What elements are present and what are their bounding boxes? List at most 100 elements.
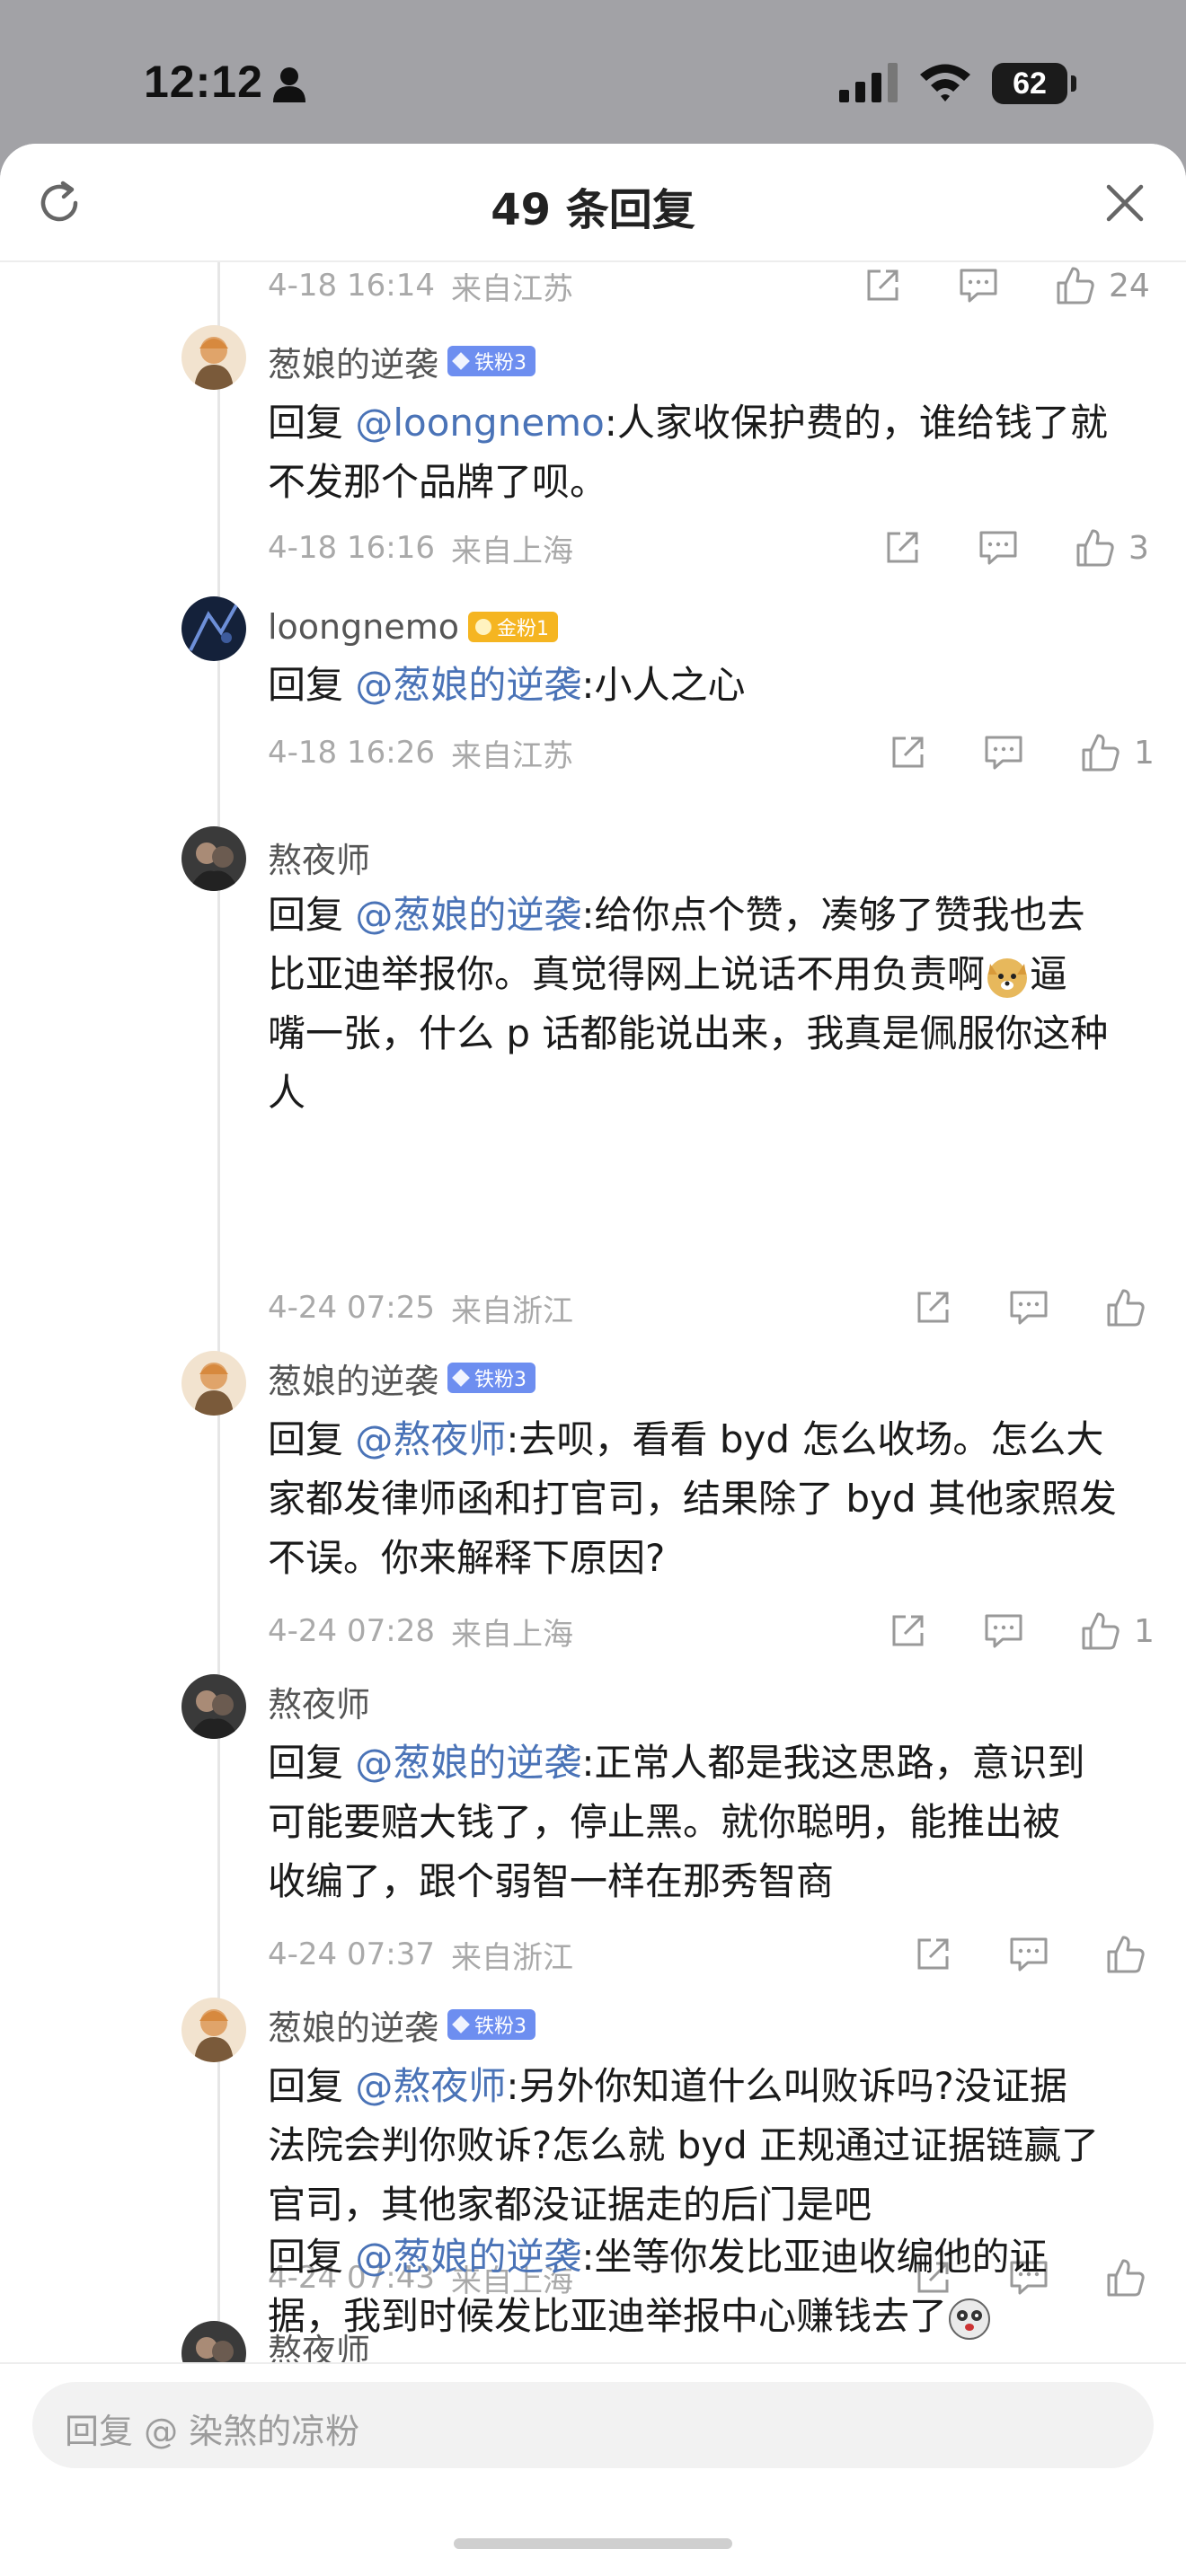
composer-panel: 回复 @ 染煞的凉粉 xyxy=(0,2362,1186,2576)
comment-body-last: 回复 @葱娘的逆袭:坐等你发比亚迪收编他的证 据，我到时候发比亚迪举报中心赚钱去了 xyxy=(268,2228,1157,2346)
reply-location: 来自浙江 xyxy=(450,1939,573,1976)
fan-badge: 铁粉3 xyxy=(447,2009,536,2040)
close-icon[interactable] xyxy=(1103,181,1146,225)
comment-body: 回复 @熬夜师:去呗，看看 byd 怎么收场。怎么大 家都发律师函和打官司，结果除… xyxy=(268,1417,1117,1580)
comment-header: 熬夜师 xyxy=(268,1676,370,1726)
comment-body: 回复 @葱娘的逆袭:正常人都是我这思路，意识到 可能要赔大钱了，停止黑。就你聪明，… xyxy=(268,1741,1085,1903)
reply-time: 4-24 07:25 xyxy=(268,1290,435,1326)
thumbs-up-icon[interactable] xyxy=(1080,732,1121,773)
share-icon[interactable] xyxy=(882,528,922,568)
coin-icon xyxy=(475,619,491,635)
thumbs-up-icon[interactable] xyxy=(1055,265,1096,306)
avatar[interactable] xyxy=(181,1674,246,1739)
username[interactable]: loongnemo xyxy=(268,607,459,647)
reply-meta: 4-24 07:28 来自上海 xyxy=(268,1604,573,1658)
comment-icon[interactable] xyxy=(978,528,1019,568)
reply-meta: 4-24 07:37 来自浙江 xyxy=(268,1928,573,1981)
comment-header: 葱娘的逆袭 铁粉3 xyxy=(268,1353,536,1403)
reply-location: 来自江苏 xyxy=(450,270,573,307)
avatar[interactable] xyxy=(181,1998,246,2062)
reply-actions: 24 xyxy=(863,259,1150,313)
diamond-icon xyxy=(452,2016,470,2033)
reply-meta: 4-18 16:26 来自江苏 xyxy=(268,726,573,780)
reply-actions: 1 xyxy=(888,1604,1155,1658)
thumbs-up-icon[interactable] xyxy=(1105,1287,1146,1328)
reply-actions: 3 xyxy=(882,521,1149,575)
signal-icon xyxy=(839,63,898,102)
like-count: 24 xyxy=(1109,267,1150,304)
username[interactable]: 葱娘的逆袭 xyxy=(268,2000,438,2050)
username[interactable]: 葱娘的逆袭 xyxy=(268,1354,438,1403)
mention-link[interactable]: @葱娘的逆袭 xyxy=(355,893,581,937)
comment-icon[interactable] xyxy=(1008,1935,1049,1974)
fan-badge: 铁粉3 xyxy=(447,1363,536,1393)
reply-location: 来自上海 xyxy=(450,533,573,569)
comment-icon[interactable] xyxy=(1008,1288,1049,1328)
comment-header: loongnemo 金粉1 xyxy=(268,602,558,652)
diamond-icon xyxy=(452,1369,470,1387)
page-title: 49 条回复 xyxy=(491,185,695,235)
status-time: 12:12 xyxy=(144,57,263,107)
comment-header: 葱娘的逆袭 铁粉3 xyxy=(268,336,536,386)
mention-link[interactable]: @葱娘的逆袭 xyxy=(355,1741,581,1785)
reply-time: 4-18 16:16 xyxy=(268,530,435,566)
reply-meta: 4-24 07:25 来自浙江 xyxy=(268,1281,573,1335)
mention-link[interactable]: @熬夜师 xyxy=(355,1417,506,1461)
like-count: 1 xyxy=(1134,1612,1155,1650)
reply-location: 来自江苏 xyxy=(450,737,573,774)
avatar[interactable] xyxy=(181,325,246,390)
doge-emoji-icon xyxy=(987,957,1028,998)
reply-input-placeholder: 回复 @ 染煞的凉粉 xyxy=(65,2412,360,2451)
reply-time: 4-18 16:14 xyxy=(268,268,435,304)
status-bar: 12:12 62 xyxy=(0,0,1186,153)
mention-link[interactable]: @葱娘的逆袭 xyxy=(355,2235,581,2279)
comment-header: 葱娘的逆袭 铁粉3 xyxy=(268,1999,536,2050)
like-count: 3 xyxy=(1128,529,1149,567)
share-icon[interactable] xyxy=(863,266,902,305)
reply-meta: 4-18 16:14 来自江苏 xyxy=(268,259,573,313)
thumbs-up-icon[interactable] xyxy=(1105,1934,1146,1975)
thumbs-up-icon[interactable] xyxy=(1080,1610,1121,1652)
comment-body: 回复 @葱娘的逆袭:小人之心 xyxy=(268,663,746,707)
reply-time: 4-24 07:37 xyxy=(268,1936,435,1972)
comment-icon[interactable] xyxy=(958,266,999,305)
username[interactable]: 葱娘的逆袭 xyxy=(268,337,438,386)
reply-actions xyxy=(913,1281,1146,1335)
comment-body: 回复 @葱娘的逆袭:给你点个赞，凑够了赞我也去 比亚迪举报你。真觉得网上说话不用负… xyxy=(268,893,1109,1115)
mention-link[interactable]: @loongnemo xyxy=(355,401,604,445)
comment-icon[interactable] xyxy=(983,1611,1024,1651)
fan-badge: 金粉1 xyxy=(468,612,558,642)
share-icon[interactable] xyxy=(913,1935,952,1974)
avatar[interactable] xyxy=(181,1351,246,1416)
dizzy-face-emoji-icon xyxy=(949,2298,991,2340)
reply-location: 来自浙江 xyxy=(450,1292,573,1329)
comment-header: 熬夜师 xyxy=(268,832,370,882)
mention-link[interactable]: @熬夜师 xyxy=(355,2064,506,2108)
share-icon[interactable] xyxy=(913,1288,952,1328)
avatar[interactable] xyxy=(181,826,246,891)
wifi-icon xyxy=(920,64,970,101)
share-icon[interactable] xyxy=(888,1611,927,1651)
reply-input[interactable]: 回复 @ 染煞的凉粉 xyxy=(32,2382,1154,2468)
person-icon xyxy=(273,67,305,102)
share-icon[interactable] xyxy=(888,733,927,772)
sheet-header: 49 条回复 xyxy=(0,144,1186,262)
avatar[interactable] xyxy=(181,596,246,661)
username[interactable]: 熬夜师 xyxy=(268,833,370,882)
like-count: 1 xyxy=(1134,734,1155,772)
battery-tip xyxy=(1071,75,1076,92)
thumbs-up-icon[interactable] xyxy=(1075,527,1116,569)
username[interactable]: 熬夜师 xyxy=(268,1677,370,1726)
mention-link[interactable]: @葱娘的逆袭 xyxy=(355,663,581,707)
comment-icon[interactable] xyxy=(983,733,1024,772)
home-indicator xyxy=(454,2538,732,2549)
comment-body: 回复 @熬夜师:另外你知道什么叫败诉吗?没证据 法院会判你败诉?怎么就 byd 正… xyxy=(268,2064,1100,2227)
fan-badge: 铁粉3 xyxy=(447,346,536,376)
reply-time: 4-24 07:28 xyxy=(268,1613,435,1649)
comment-body: 回复 @loongnemo:人家收保护费的，谁给钱了就 不发那个品牌了呗。 xyxy=(268,401,1108,504)
reply-meta: 4-18 16:16 来自上海 xyxy=(268,521,573,575)
battery-indicator: 62 xyxy=(992,63,1067,104)
replies-sheet: 49 条回复 4-18 16:14 来自江苏 24 葱娘的逆袭 铁粉3 回复 @… xyxy=(0,144,1186,2576)
reply-location: 来自上海 xyxy=(450,1616,573,1653)
composer-divider xyxy=(0,2362,1186,2364)
